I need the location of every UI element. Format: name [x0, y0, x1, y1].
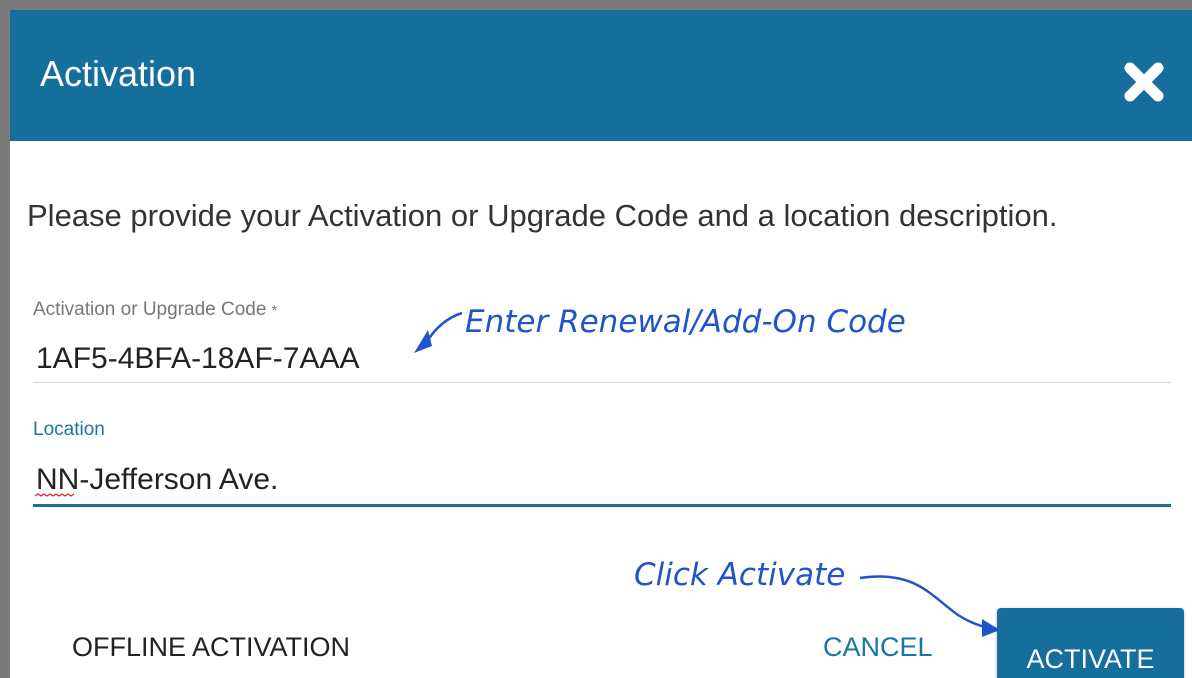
code-label-text: Activation or Upgrade Code — [33, 299, 267, 320]
window-frame: Activation Please provide your Activatio… — [0, 0, 1192, 678]
arrow-to-activate — [859, 575, 989, 630]
code-field-label: Activation or Upgrade Code * — [33, 298, 277, 322]
activation-code-input[interactable] — [33, 336, 1171, 383]
annotation-click-activate: Click Activate — [634, 557, 846, 593]
instructions-text: Please provide your Activation or Upgrad… — [27, 198, 1058, 233]
location-input[interactable] — [33, 456, 1171, 507]
annotation-enter-code: Enter Renewal/Add-On Code — [465, 304, 906, 340]
activation-dialog: Activation Please provide your Activatio… — [10, 10, 1192, 678]
cancel-button[interactable]: CANCEL — [823, 630, 933, 664]
activate-button[interactable]: ACTIVATE — [997, 608, 1184, 678]
dialog-title: Activation — [40, 53, 197, 94]
dialog-header: Activation — [10, 10, 1192, 141]
spellcheck-underline — [35, 493, 75, 497]
required-marker: * — [271, 302, 278, 318]
location-field-label: Location — [33, 419, 105, 440]
close-x-icon[interactable] — [1120, 58, 1168, 106]
offline-activation-button[interactable]: OFFLINE ACTIVATION — [72, 630, 350, 664]
